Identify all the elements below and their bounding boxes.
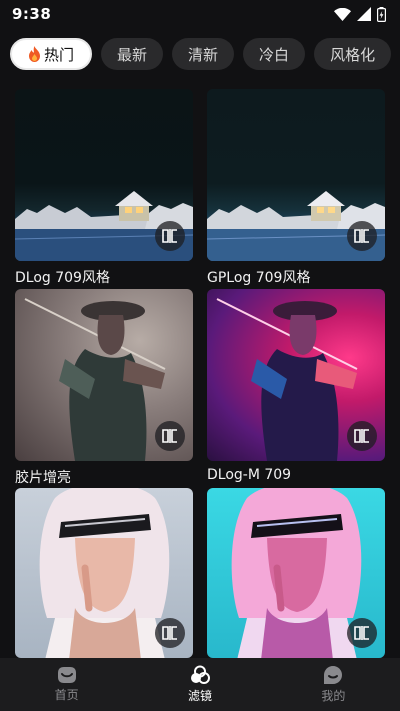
status-bar: 9:38 <box>0 0 400 28</box>
compare-button[interactable] <box>155 618 185 648</box>
filter-card[interactable]: 胶片增亮 <box>15 289 193 486</box>
filter-category-tabs: 热门 最新 清新 冷白 风格化 <box>0 36 400 72</box>
compare-button[interactable] <box>155 421 185 451</box>
compare-icon <box>354 626 369 640</box>
filter-card[interactable]: DLog 709风格 <box>15 89 193 286</box>
compare-button[interactable] <box>347 421 377 451</box>
filter-thumbnail <box>15 488 193 658</box>
profile-icon <box>324 666 343 684</box>
filter-thumbnail <box>207 289 385 461</box>
battery-icon <box>377 6 386 22</box>
tab-label: 最新 <box>117 45 148 64</box>
filters-icon <box>190 665 210 684</box>
home-icon <box>57 667 76 683</box>
tab-label: 热门 <box>44 45 75 64</box>
tab-label: 冷白 <box>259 45 290 64</box>
filter-name: GPLog 709风格 <box>207 270 311 286</box>
filter-thumbnail <box>15 289 193 461</box>
wifi-icon <box>334 7 351 21</box>
nav-label: 首页 <box>54 688 79 702</box>
filter-thumbnail <box>15 89 193 261</box>
nav-home[interactable]: 首页 <box>0 658 133 711</box>
filter-card[interactable]: DLog-M 709 <box>207 289 385 483</box>
filter-card[interactable]: GPLog 709风格 <box>207 89 385 286</box>
signal-icon <box>357 7 371 21</box>
compare-button[interactable] <box>347 618 377 648</box>
tab-hot[interactable]: 热门 <box>10 38 93 70</box>
tab-cool-white[interactable]: 冷白 <box>243 38 306 70</box>
compare-icon <box>162 626 177 640</box>
status-time: 9:38 <box>12 5 52 23</box>
filter-card[interactable] <box>207 488 385 658</box>
filter-card[interactable] <box>15 488 193 658</box>
filter-thumbnail <box>207 89 385 261</box>
nav-filters[interactable]: 滤镜 <box>133 658 266 711</box>
filter-name: DLog 709风格 <box>15 270 110 286</box>
fire-icon <box>28 46 41 62</box>
tab-label: 风格化 <box>330 45 376 64</box>
compare-icon <box>162 229 177 243</box>
nav-label: 滤镜 <box>187 689 212 703</box>
compare-icon <box>354 229 369 243</box>
compare-button[interactable] <box>347 221 377 251</box>
tab-label: 清新 <box>188 45 219 64</box>
bottom-navigation: 首页 滤镜 我的 <box>0 658 400 711</box>
nav-label: 我的 <box>321 689 346 703</box>
filter-name: 胶片增亮 <box>15 470 71 486</box>
filter-thumbnail <box>207 488 385 658</box>
status-icons <box>334 6 386 22</box>
tab-newest[interactable]: 最新 <box>101 38 164 70</box>
tab-fresh[interactable]: 清新 <box>172 38 235 70</box>
filter-name: DLog-M 709 <box>207 467 292 483</box>
compare-icon <box>354 429 369 443</box>
tab-stylized[interactable]: 风格化 <box>314 38 392 70</box>
compare-icon <box>162 429 177 443</box>
compare-button[interactable] <box>155 221 185 251</box>
nav-mine[interactable]: 我的 <box>267 658 400 711</box>
